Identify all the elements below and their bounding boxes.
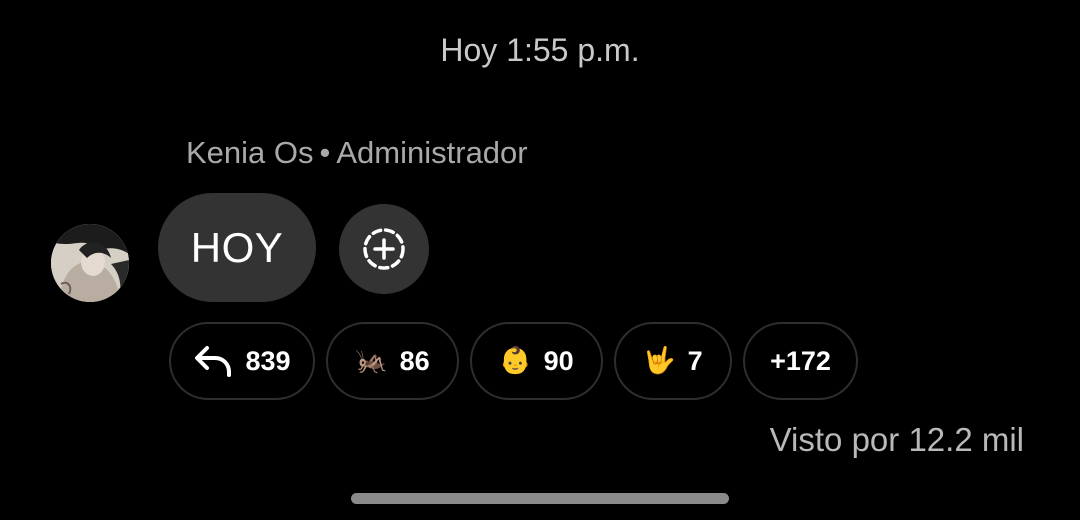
more-reactions-label: +172 [770, 345, 831, 376]
home-indicator[interactable] [351, 493, 729, 504]
more-reactions-chip[interactable]: +172 [743, 322, 858, 400]
sender-separator: • [319, 135, 331, 170]
channel-screen: Hoy 1:55 p.m. Kenia Os • Administrador HOY [0, 0, 1080, 520]
reply-arrow-icon [193, 344, 233, 378]
seen-by-count[interactable]: Visto por 12.2 mil [770, 420, 1024, 460]
reaction-chip-baby[interactable]: 👶 90 [470, 322, 603, 400]
reply-count: 839 [245, 345, 291, 376]
reaction-chip-cricket[interactable]: 🦗 86 [326, 322, 459, 400]
date-timestamp: Hoy 1:55 p.m. [440, 32, 640, 68]
love-you-gesture-icon: 🤟 [643, 346, 676, 376]
reaction-count: 86 [399, 345, 430, 376]
reply-count-chip[interactable]: 839 [169, 322, 315, 400]
message-bubble[interactable]: HOY [158, 193, 316, 302]
add-reaction-button[interactable] [339, 204, 429, 294]
reaction-count: 7 [687, 345, 703, 376]
sender-name[interactable]: Kenia Os [186, 135, 314, 170]
dashed-circle-plus-icon [363, 228, 405, 270]
baby-face-icon: 👶 [499, 346, 532, 376]
avatar-photo-icon [51, 224, 129, 302]
reaction-count: 90 [543, 345, 574, 376]
sender-line: Kenia Os • Administrador [186, 134, 528, 172]
cricket-icon: 🦗 [355, 346, 388, 376]
sender-role: Administrador [336, 135, 528, 170]
reaction-chip-love-you-gesture[interactable]: 🤟 7 [614, 322, 732, 400]
avatar[interactable] [51, 224, 129, 302]
